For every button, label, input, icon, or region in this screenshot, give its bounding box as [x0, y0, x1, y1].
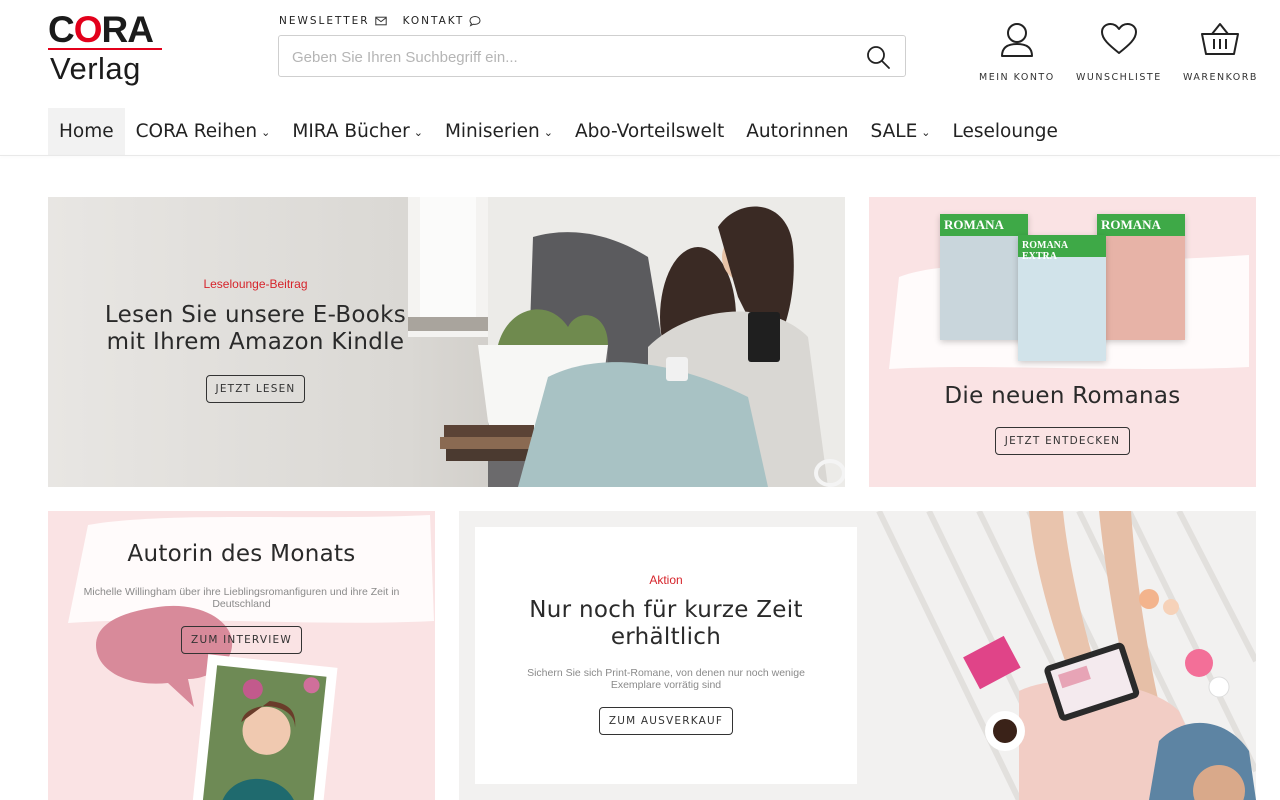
warenkorb-link[interactable]: WARENKORB: [1183, 20, 1258, 83]
search-bar: [278, 35, 906, 77]
chevron-down-icon: ⌄: [413, 126, 423, 139]
book-cover: ROMANA EXTRA: [1018, 235, 1106, 361]
search-icon[interactable]: [865, 44, 891, 70]
nav-abo-vorteilswelt[interactable]: Abo-Vorteilswelt: [564, 108, 735, 155]
user-icon: [1000, 23, 1033, 57]
tile-title: Lesen Sie unsere E-Books mit Ihrem Amazo…: [104, 302, 407, 355]
romana-teaser-tile[interactable]: ROMANA ROMANA ROMANA EXTRA Die neuen Rom…: [869, 197, 1256, 487]
jetzt-lesen-button[interactable]: JETZT LESEN: [205, 375, 306, 403]
tile-kicker: Leselounge-Beitrag: [203, 277, 308, 291]
nav-divider: [0, 155, 1280, 156]
chevron-down-icon: ⌄: [921, 126, 931, 139]
tile-title: Autorin des Monats: [127, 541, 356, 567]
jetzt-entdecken-button[interactable]: JETZT ENTDECKEN: [994, 427, 1131, 455]
kindle-teaser-tile[interactable]: Leselounge-Beitrag Lesen Sie unsere E-Bo…: [48, 197, 845, 487]
nav-cora-reihen[interactable]: CORA Reihen ⌄: [125, 108, 282, 155]
kindle-teaser-text: Leselounge-Beitrag Lesen Sie unsere E-Bo…: [88, 277, 423, 403]
logo-wordmark: CORA: [48, 9, 154, 50]
newsletter-link[interactable]: NEWSLETTER: [279, 15, 387, 27]
zum-ausverkauf-button[interactable]: ZUM AUSVERKAUF: [598, 707, 734, 735]
mein-konto-link[interactable]: MEIN KONTO: [979, 20, 1055, 83]
zum-interview-button[interactable]: ZUM INTERVIEW: [181, 626, 302, 654]
tile-title: Nur noch für kurze Zeit erhältlich: [529, 597, 803, 650]
logo-rule: [48, 48, 162, 50]
nav-mira-buecher[interactable]: MIRA Bücher ⌄: [281, 108, 434, 155]
autorin-teaser-text: Autorin des Monats Michelle Willingham ü…: [74, 541, 409, 654]
nav-sale[interactable]: SALE ⌄: [860, 108, 942, 155]
nav-autorinnen[interactable]: Autorinnen: [735, 108, 859, 155]
logo-subtitle: Verlag: [50, 51, 141, 86]
tile-title: Die neuen Romanas: [944, 383, 1181, 409]
nav-leselounge[interactable]: Leselounge: [942, 108, 1069, 155]
envelope-icon: [374, 16, 387, 26]
tile-description: Sichern Sie sich Print-Romane, von denen…: [527, 667, 805, 691]
basket-icon: [1201, 23, 1240, 55]
nav-miniserien[interactable]: Miniserien ⌄: [434, 108, 564, 155]
nav-home[interactable]: Home: [48, 108, 125, 155]
chevron-down-icon: ⌄: [261, 126, 271, 139]
wunschliste-link[interactable]: WUNSCHLISTE: [1076, 20, 1162, 83]
aktion-teaser-tile[interactable]: Aktion Nur noch für kurze Zeit erhältlic…: [459, 511, 1256, 800]
chevron-down-icon: ⌄: [543, 126, 553, 139]
chat-bubble-icon: [469, 15, 481, 27]
book-cover: ROMANA: [1097, 214, 1185, 340]
heart-icon: [1100, 23, 1137, 54]
main-navigation: Home CORA Reihen ⌄ MIRA Bücher ⌄ Miniserie…: [48, 108, 1069, 155]
book-cover: ROMANA: [940, 214, 1028, 340]
tile-description: Michelle Willingham über ihre Lieblingsr…: [83, 586, 400, 610]
tile-kicker: Aktion: [649, 573, 683, 587]
aktion-card: Aktion Nur noch für kurze Zeit erhältlic…: [475, 527, 857, 784]
search-input[interactable]: [292, 46, 832, 68]
kontakt-link[interactable]: KONTAKT: [403, 15, 482, 27]
autorin-teaser-tile[interactable]: Autorin des Monats Michelle Willingham ü…: [48, 511, 435, 800]
cora-verlag-logo[interactable]: CORA Verlag: [48, 11, 163, 89]
romana-teaser-text: Die neuen Romanas JETZT ENTDECKEN: [869, 383, 1256, 455]
top-links: NEWSLETTER KONTAKT: [279, 15, 481, 27]
